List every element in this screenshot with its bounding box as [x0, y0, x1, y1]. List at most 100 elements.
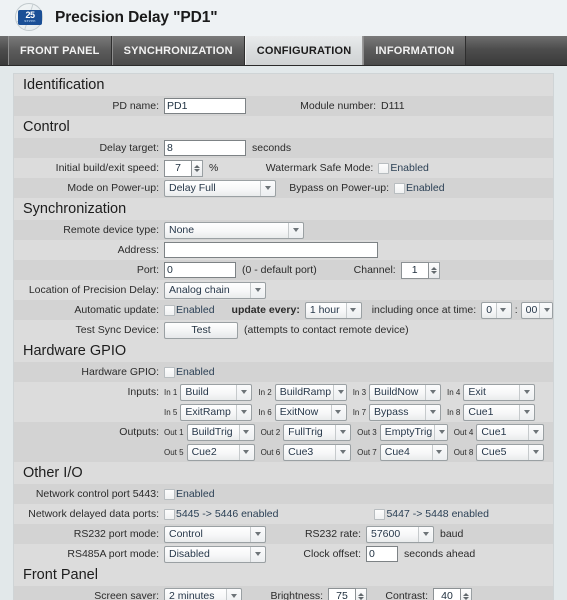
gpio-input-7-select[interactable]: Bypass: [369, 403, 442, 421]
chevron-down-icon[interactable]: [288, 222, 302, 238]
chevron-down-icon[interactable]: [335, 444, 350, 460]
once-minute-select[interactable]: 00: [520, 301, 553, 319]
chevron-down-icon[interactable]: [358, 596, 364, 600]
gpio-input-4-select[interactable]: Exit: [463, 383, 536, 401]
once-hour-value: 0: [486, 304, 493, 316]
gpio-input-5-select[interactable]: ExitRamp: [180, 403, 253, 421]
rs232-mode-select[interactable]: Control: [164, 525, 266, 543]
mode-powerup-select[interactable]: Delay Full: [164, 179, 276, 197]
chevron-down-icon[interactable]: [345, 302, 360, 318]
tab-front-panel[interactable]: FRONT PANEL: [8, 36, 112, 65]
channel-spin-buttons[interactable]: [428, 261, 440, 279]
rs232-rate-select[interactable]: 57600: [366, 525, 434, 543]
chevron-down-icon[interactable]: [463, 596, 469, 600]
update-every-select[interactable]: 1 hour: [304, 301, 362, 319]
channel-stepper[interactable]: 1: [400, 261, 440, 279]
chevron-down-icon[interactable]: [519, 384, 534, 400]
brightness-spin-buttons[interactable]: [356, 587, 367, 600]
clock-offset-input[interactable]: [366, 546, 398, 562]
chevron-down-icon[interactable]: [238, 424, 253, 440]
chevron-down-icon[interactable]: [495, 302, 510, 318]
contrast-spin-buttons[interactable]: [461, 587, 472, 600]
tab-information[interactable]: INFORMATION: [363, 36, 467, 65]
channel-value[interactable]: 1: [400, 261, 429, 279]
chevron-down-icon[interactable]: [194, 168, 200, 172]
chevron-down-icon[interactable]: [250, 282, 264, 298]
gpio-output-5-select[interactable]: Cue2: [186, 443, 255, 461]
initial-speed-value[interactable]: 7: [164, 159, 192, 177]
chevron-down-icon[interactable]: [430, 270, 437, 274]
gpio-inputs-label: Inputs:: [127, 386, 159, 398]
watermark-enabled-label[interactable]: Enabled: [390, 162, 429, 174]
chevron-down-icon[interactable]: [330, 404, 345, 420]
gpio-input-6-select[interactable]: ExitNow: [274, 403, 347, 421]
automatic-update-enabled-label[interactable]: Enabled: [176, 304, 215, 316]
once-hour-select[interactable]: 0: [481, 301, 512, 319]
chevron-up-icon[interactable]: [463, 592, 469, 596]
network-delayed-a-label[interactable]: 5445 -> 5446 enabled: [176, 508, 278, 520]
gpio-output-4-select[interactable]: Cue1: [476, 423, 545, 441]
network-delayed-b-label[interactable]: 5447 -> 5448 enabled: [386, 508, 488, 520]
chevron-down-icon[interactable]: [539, 302, 552, 318]
gpio-output-8-select[interactable]: Cue5: [476, 443, 545, 461]
hardware-gpio-enabled-label[interactable]: Enabled: [176, 366, 215, 378]
port-input[interactable]: [164, 262, 236, 278]
chevron-down-icon[interactable]: [236, 404, 251, 420]
chevron-up-icon[interactable]: [430, 266, 437, 270]
gpio-output-7-select[interactable]: Cue4: [379, 443, 448, 461]
gpio-output-1-select[interactable]: BuildTrig: [186, 423, 255, 441]
contrast-value[interactable]: 40: [433, 587, 461, 600]
chevron-down-icon[interactable]: [528, 444, 543, 460]
brightness-value[interactable]: 75: [328, 587, 356, 600]
bypass-powerup-checkbox[interactable]: [394, 182, 405, 194]
gpio-output-6-tag: Out 6: [260, 447, 281, 457]
watermark-checkbox[interactable]: [378, 162, 390, 174]
network-control-checkbox[interactable]: [164, 488, 175, 500]
chevron-down-icon[interactable]: [431, 444, 446, 460]
test-sync-button[interactable]: Test: [164, 321, 238, 339]
chevron-down-icon[interactable]: [250, 546, 264, 562]
initial-speed-stepper[interactable]: 7: [164, 159, 203, 177]
chevron-down-icon[interactable]: [333, 384, 346, 400]
tab-configuration[interactable]: CONFIGURATION: [244, 36, 364, 65]
chevron-down-icon[interactable]: [434, 424, 447, 440]
chevron-down-icon[interactable]: [260, 180, 274, 196]
network-delayed-a-checkbox[interactable]: [164, 508, 175, 520]
gpio-input-1-select[interactable]: Build: [180, 383, 253, 401]
chevron-up-icon[interactable]: [194, 164, 200, 168]
chevron-down-icon[interactable]: [335, 424, 350, 440]
bypass-powerup-enabled-label[interactable]: Enabled: [406, 182, 445, 194]
chevron-down-icon[interactable]: [226, 588, 240, 600]
network-control-enabled-label[interactable]: Enabled: [176, 488, 215, 500]
automatic-update-checkbox[interactable]: [164, 304, 175, 316]
gpio-input-3-select[interactable]: BuildNow: [369, 383, 442, 401]
rs485-mode-select[interactable]: Disabled: [164, 545, 266, 563]
gpio-output-3-select[interactable]: EmptyTrig: [379, 423, 448, 441]
gpio-output-6-select[interactable]: Cue3: [283, 443, 352, 461]
address-input[interactable]: [164, 242, 378, 258]
chevron-down-icon[interactable]: [250, 526, 264, 542]
delay-target-input[interactable]: [164, 140, 246, 156]
gpio-output-2-select[interactable]: FullTrig: [283, 423, 352, 441]
gpio-input-2-select[interactable]: BuildRamp: [274, 383, 347, 401]
chevron-up-icon[interactable]: [358, 592, 364, 596]
hardware-gpio-checkbox[interactable]: [164, 366, 175, 378]
chevron-down-icon[interactable]: [238, 444, 253, 460]
contrast-stepper[interactable]: 40: [433, 587, 472, 600]
chevron-down-icon[interactable]: [528, 424, 543, 440]
chevron-down-icon[interactable]: [236, 384, 251, 400]
gpio-input-8-select[interactable]: Cue1: [463, 403, 536, 421]
chevron-down-icon[interactable]: [425, 384, 440, 400]
pd-name-input[interactable]: [164, 98, 246, 114]
remote-device-type-select[interactable]: None: [164, 221, 304, 239]
chevron-down-icon[interactable]: [418, 526, 432, 542]
chevron-down-icon[interactable]: [425, 404, 440, 420]
network-delayed-b-checkbox[interactable]: [374, 508, 386, 520]
initial-speed-spin-buttons[interactable]: [192, 159, 203, 177]
location-select[interactable]: Analog chain: [164, 281, 266, 299]
rs485-mode-value: Disabled: [169, 548, 210, 560]
screen-saver-select[interactable]: 2 minutes: [164, 587, 242, 600]
tab-synchronization[interactable]: SYNCHRONIZATION: [111, 36, 245, 65]
chevron-down-icon[interactable]: [519, 404, 534, 420]
brightness-stepper[interactable]: 75: [328, 587, 367, 600]
